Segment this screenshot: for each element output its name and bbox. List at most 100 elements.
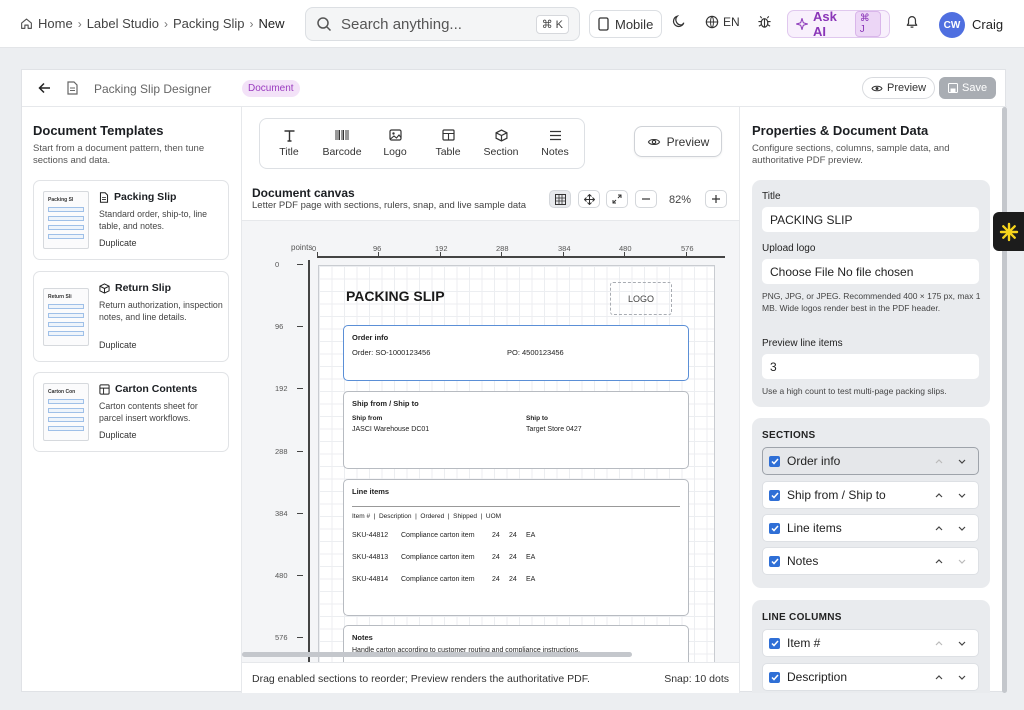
chevron-up-icon[interactable]: [935, 558, 943, 564]
chevron-up-icon[interactable]: [935, 492, 943, 498]
template-name-label: Carton Contents: [115, 383, 198, 395]
chevron-down-icon[interactable]: [958, 493, 966, 498]
table-header: Item # | Description | Ordered | Shipped…: [352, 513, 502, 520]
search-placeholder[interactable]: Search anything...: [341, 16, 462, 33]
chevron-down-icon[interactable]: [958, 675, 966, 680]
chevron-down-icon[interactable]: [958, 641, 966, 646]
section-row-order-info[interactable]: Order info: [762, 447, 979, 475]
logo-placeholder[interactable]: LOGO: [610, 282, 672, 315]
cell-uom: EA: [526, 554, 536, 561]
tool-barcode[interactable]: Barcode: [317, 127, 367, 158]
column-row-description[interactable]: Description: [762, 663, 979, 691]
checkbox-checked-icon[interactable]: [769, 522, 780, 534]
canvas-preview-button[interactable]: Preview: [634, 126, 722, 157]
avatar[interactable]: CW: [939, 12, 965, 38]
section-ship[interactable]: Ship from / Ship to Ship from JASCI Ware…: [343, 391, 689, 469]
ruler-tick: 0: [312, 244, 317, 253]
cell-shipped: 24: [509, 576, 517, 583]
chevron-up-icon[interactable]: [935, 674, 943, 680]
move-tool[interactable]: [578, 190, 600, 208]
tool-logo[interactable]: Logo: [370, 127, 420, 158]
search-bar[interactable]: Search anything... ⌘ K: [305, 7, 580, 41]
breadcrumb-packing-slip[interactable]: Packing Slip: [173, 16, 245, 31]
column-row-item[interactable]: Item #: [762, 629, 979, 657]
column-row-label: Description: [787, 670, 848, 684]
checkbox-checked-icon[interactable]: [769, 637, 780, 649]
home-icon[interactable]: [20, 17, 33, 30]
tool-section[interactable]: Section: [476, 127, 526, 158]
template-card-packing-slip[interactable]: Packing Sl Packing Slip Standard order, …: [33, 180, 229, 260]
template-card-carton-contents[interactable]: Carton Con Carton Contents Carton conten…: [33, 372, 229, 452]
breadcrumb-label-studio[interactable]: Label Studio: [87, 16, 159, 31]
properties-title: Properties & Document Data: [752, 123, 929, 138]
canvas-status-bar: Drag enabled sections to reorder; Previe…: [242, 662, 739, 693]
zoom-in-button[interactable]: [705, 190, 727, 208]
document-title[interactable]: PACKING SLIP: [346, 288, 445, 304]
logo-file-input[interactable]: Choose File No file chosen: [762, 259, 979, 284]
line-items-input[interactable]: 3: [762, 354, 979, 379]
header-preview-label: Preview: [887, 82, 927, 94]
tool-notes[interactable]: Notes: [530, 127, 580, 158]
section-line-items[interactable]: Line items Item # | Description | Ordere…: [343, 479, 689, 616]
document-canvas[interactable]: points 0 96 192 288 384 480 576 0 96 192…: [242, 220, 739, 662]
tool-table[interactable]: Table: [423, 127, 473, 158]
cell-uom: EA: [526, 576, 536, 583]
grid-icon: [554, 193, 566, 205]
duplicate-link[interactable]: Duplicate: [99, 430, 137, 440]
chevron-up-icon[interactable]: [935, 525, 943, 531]
side-widget-button[interactable]: [993, 212, 1024, 251]
chevron-down-icon[interactable]: [958, 526, 966, 531]
checkbox-checked-icon[interactable]: [769, 671, 780, 683]
mobile-button[interactable]: Mobile: [589, 10, 663, 38]
horizontal-scrollbar[interactable]: [242, 652, 632, 657]
section-heading: Line items: [352, 487, 390, 496]
save-button[interactable]: Save: [939, 77, 997, 99]
zoom-out-button[interactable]: [635, 190, 657, 208]
chevron-down-icon[interactable]: [958, 559, 966, 564]
grid-toggle[interactable]: [549, 190, 571, 208]
duplicate-link[interactable]: Duplicate: [99, 238, 137, 248]
cell-sku: SKU-44814: [352, 576, 389, 583]
ruler-tick: 96: [275, 322, 284, 331]
template-name-label: Packing Slip: [114, 191, 177, 203]
moon-icon[interactable]: [672, 14, 686, 28]
eye-icon: [647, 137, 661, 147]
section-heading: Order info: [352, 333, 389, 342]
cell-description: Compliance carton item: [401, 554, 475, 561]
bell-icon[interactable]: [905, 14, 919, 29]
tool-notes-label: Notes: [541, 146, 569, 158]
duplicate-link[interactable]: Duplicate: [99, 340, 137, 350]
fit-page-button[interactable]: [606, 190, 628, 208]
ruler-tick: 480: [275, 571, 288, 580]
sections-heading: SECTIONS: [762, 430, 816, 441]
bug-icon[interactable]: [757, 14, 772, 29]
template-name: Packing Slip: [99, 191, 176, 203]
thumbnail-title: Carton Con: [48, 389, 76, 395]
chevron-up-icon[interactable]: [935, 458, 943, 464]
chevron-up-icon[interactable]: [935, 640, 943, 646]
section-row-notes[interactable]: Notes: [762, 547, 979, 575]
section-order-info[interactable]: Order info Order: SO-1000123456 PO: 4500…: [343, 325, 689, 381]
ask-ai-button[interactable]: Ask AI ⌘ J: [787, 9, 890, 39]
section-row-line-items[interactable]: Line items: [762, 514, 979, 542]
breadcrumb-home[interactable]: Home: [38, 16, 73, 31]
title-input[interactable]: PACKING SLIP: [762, 207, 979, 232]
template-name-label: Return Slip: [115, 282, 172, 294]
header-preview-button[interactable]: Preview: [862, 77, 936, 99]
ship-from-value: JASCI Warehouse DC01: [352, 426, 430, 433]
ship-to-value: Target Store 0427: [526, 426, 582, 433]
properties-scrollbar[interactable]: [1002, 107, 1007, 693]
chevron-down-icon[interactable]: [958, 459, 966, 464]
section-row-ship[interactable]: Ship from / Ship to: [762, 481, 979, 509]
checkbox-checked-icon[interactable]: [769, 489, 780, 501]
checkbox-checked-icon[interactable]: [769, 455, 780, 467]
table-icon: [423, 127, 473, 143]
mobile-label: Mobile: [615, 16, 654, 32]
user-name[interactable]: Craig: [972, 17, 1003, 32]
template-card-return-slip[interactable]: Return Sli Return Slip Return authorizat…: [33, 271, 229, 362]
back-arrow-icon[interactable]: [38, 82, 51, 94]
checkbox-checked-icon[interactable]: [769, 555, 780, 567]
tool-title[interactable]: Title: [264, 127, 314, 158]
document-badge: Document: [242, 80, 300, 97]
language-switcher[interactable]: EN: [705, 15, 740, 29]
